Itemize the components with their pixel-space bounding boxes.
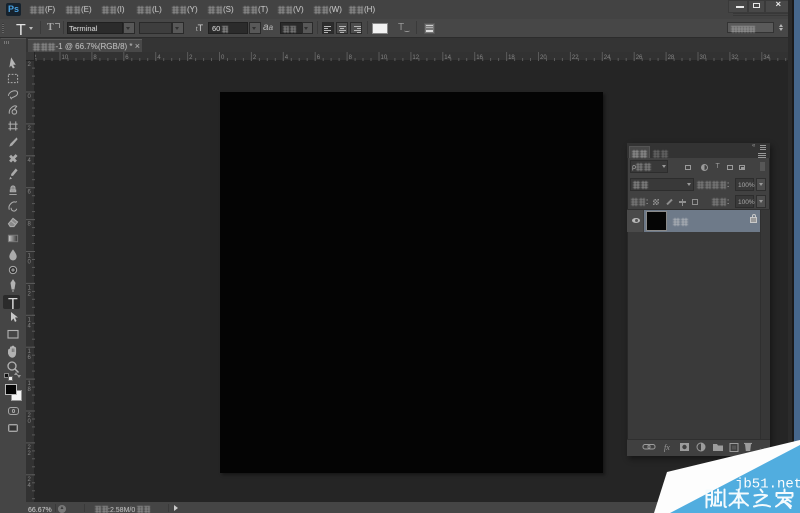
svg-text:jb51.net: jb51.net — [735, 477, 800, 493]
svg-text:2: 2 — [28, 126, 32, 132]
svg-text:4: 4 — [28, 323, 32, 329]
svg-text:4: 4 — [285, 55, 289, 61]
svg-text:2: 2 — [28, 291, 32, 297]
svg-text:0: 0 — [221, 55, 225, 61]
svg-text:6: 6 — [28, 355, 32, 361]
svg-text:2: 2 — [28, 62, 32, 68]
svg-text:8: 8 — [28, 387, 32, 393]
svg-text:4: 4 — [157, 55, 161, 61]
svg-text:2: 2 — [253, 55, 257, 61]
svg-text:0: 0 — [28, 94, 32, 100]
svg-text:8: 8 — [28, 222, 32, 228]
svg-text:6: 6 — [317, 55, 321, 61]
svg-text:2: 2 — [189, 55, 193, 61]
svg-text:4: 4 — [28, 158, 32, 164]
svg-text:0: 0 — [28, 260, 32, 266]
svg-text:4: 4 — [28, 483, 32, 489]
svg-text:2: 2 — [28, 451, 32, 457]
svg-text:0: 0 — [28, 419, 32, 425]
svg-text:8: 8 — [93, 55, 97, 61]
svg-text:6: 6 — [125, 55, 129, 61]
svg-text:8: 8 — [349, 55, 353, 61]
svg-text:6: 6 — [28, 190, 32, 196]
